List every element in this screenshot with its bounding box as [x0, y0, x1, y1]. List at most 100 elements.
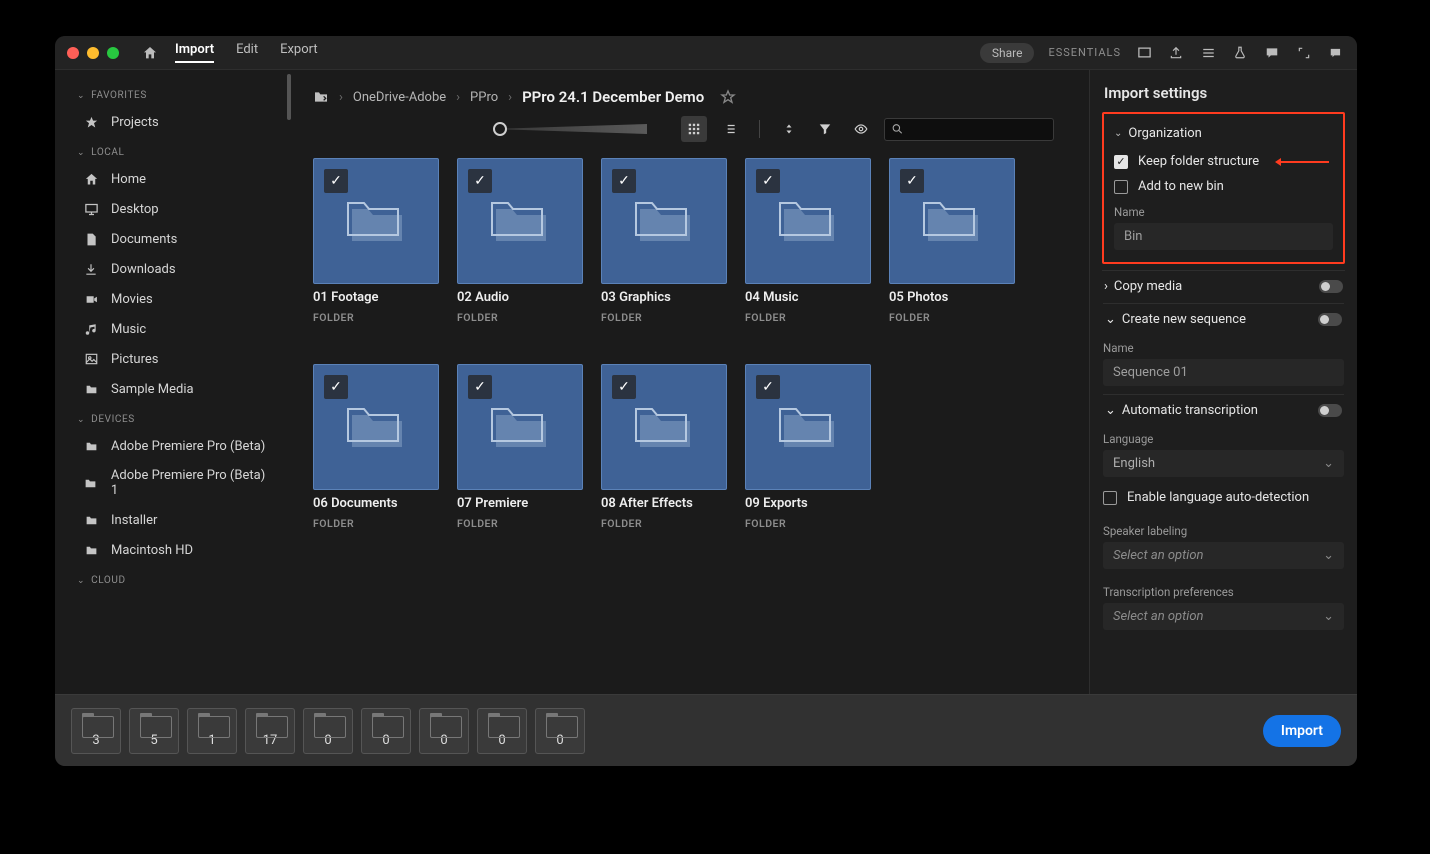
tab-export[interactable]: Export — [280, 42, 318, 63]
folder-select-checkbox[interactable] — [468, 375, 492, 399]
folder-select-checkbox[interactable] — [612, 375, 636, 399]
sidebar-item-downloads[interactable]: Downloads — [55, 254, 293, 284]
preview-eye-icon[interactable] — [848, 116, 874, 142]
breadcrumb-item-0[interactable]: OneDrive-Adobe — [353, 90, 446, 105]
share-export-icon[interactable] — [1167, 45, 1185, 61]
fullscreen-icon[interactable] — [1295, 45, 1313, 61]
folder-select-checkbox[interactable] — [324, 169, 348, 193]
folder-thumbnail[interactable] — [601, 158, 727, 284]
folder-icon — [778, 199, 840, 247]
sidebar-item-macintosh-hd[interactable]: Macintosh HD — [55, 535, 293, 565]
sidebar-item-pictures[interactable]: Pictures — [55, 344, 293, 374]
tray-bin[interactable]: 1 — [187, 708, 237, 754]
speaker-labeling-select[interactable]: Select an option⌄ — [1103, 542, 1344, 569]
favorite-star-icon[interactable] — [720, 89, 736, 105]
folder-thumbnail[interactable] — [745, 364, 871, 490]
tray-bin[interactable]: 0 — [535, 708, 585, 754]
filter-icon[interactable] — [812, 116, 838, 142]
sidebar-item-adobe-premiere-pro-beta-1[interactable]: Adobe Premiere Pro (Beta) 1 — [55, 461, 293, 505]
beaker-icon[interactable] — [1231, 45, 1249, 61]
sidebar-item-adobe-premiere-pro-beta-[interactable]: Adobe Premiere Pro (Beta) — [55, 431, 293, 461]
bin-name-input[interactable]: Bin — [1114, 223, 1333, 250]
sidebar-scrollbar[interactable] — [287, 74, 291, 120]
copy-media-toggle[interactable] — [1319, 280, 1343, 293]
folder-thumbnail[interactable] — [457, 158, 583, 284]
breadcrumb-current[interactable]: PPro 24.1 December Demo — [522, 88, 704, 106]
folder-select-checkbox[interactable] — [612, 169, 636, 193]
share-button[interactable]: Share — [980, 43, 1035, 63]
tray-bin[interactable]: 0 — [303, 708, 353, 754]
language-select[interactable]: English⌄ — [1103, 450, 1344, 477]
transcription-toggle[interactable] — [1318, 404, 1342, 417]
sidebar-item-sample-media[interactable]: Sample Media — [55, 374, 293, 404]
settings-lines-icon[interactable] — [1199, 45, 1217, 61]
sidebar-section-header[interactable]: ⌄FAVORITES — [55, 80, 293, 107]
add-to-new-bin-checkbox[interactable]: Add to new bin — [1114, 174, 1333, 199]
sidebar-item-movies[interactable]: Movies — [55, 284, 293, 314]
search-input[interactable] — [904, 122, 1047, 137]
folder-nav-icon[interactable] — [313, 89, 329, 105]
panel-title: Import settings — [1102, 82, 1345, 112]
sidebar-section-header[interactable]: ⌄LOCAL — [55, 137, 293, 164]
folder-thumbnail[interactable] — [889, 158, 1015, 284]
import-button[interactable]: Import — [1263, 715, 1341, 747]
sequence-name-label: Name — [1103, 335, 1344, 359]
sidebar-section-header[interactable]: ⌄CLOUD — [55, 565, 293, 592]
folder-select-checkbox[interactable] — [756, 169, 780, 193]
sidebar-item-installer[interactable]: Installer — [55, 505, 293, 535]
thumbnail-zoom-slider[interactable] — [493, 122, 647, 136]
folder-thumbnail[interactable] — [457, 364, 583, 490]
folder-select-checkbox[interactable] — [756, 375, 780, 399]
close-window[interactable] — [67, 47, 79, 59]
minimize-window[interactable] — [87, 47, 99, 59]
tray-bin[interactable]: 0 — [477, 708, 527, 754]
keep-folder-structure-checkbox[interactable]: Keep folder structure — [1114, 149, 1333, 174]
sidebar-item-home[interactable]: Home — [55, 164, 293, 194]
grid-view-button[interactable] — [681, 116, 707, 142]
folder-grid: 01 FootageFOLDER02 AudioFOLDER03 Graphic… — [293, 154, 1089, 694]
tray-bin[interactable]: 3 — [71, 708, 121, 754]
folder-select-checkbox[interactable] — [324, 375, 348, 399]
tray-bin[interactable]: 17 — [245, 708, 295, 754]
search-box[interactable] — [884, 118, 1054, 141]
sidebar-item-music[interactable]: Music — [55, 314, 293, 344]
folder-select-checkbox[interactable] — [468, 169, 492, 193]
folder-thumbnail[interactable] — [313, 364, 439, 490]
transcription-pref-select[interactable]: Select an option⌄ — [1103, 603, 1344, 630]
sequence-name-input[interactable]: Sequence 01 — [1103, 359, 1344, 386]
section-create-sequence-header[interactable]: ⌄ Create new sequence — [1105, 312, 1246, 327]
home-icon[interactable] — [141, 45, 159, 61]
tray-bin[interactable]: 0 — [419, 708, 469, 754]
folder-thumbnail[interactable] — [601, 364, 727, 490]
list-view-button[interactable] — [717, 116, 743, 142]
breadcrumb-item-1[interactable]: PPro — [470, 90, 498, 105]
folder-icon — [922, 199, 984, 247]
chat-icon[interactable] — [1263, 45, 1281, 61]
tray-bin[interactable]: 5 — [129, 708, 179, 754]
sidebar-item-desktop[interactable]: Desktop — [55, 194, 293, 224]
folder-icon — [490, 405, 552, 453]
section-copy-media[interactable]: › Copy media — [1102, 270, 1345, 302]
sidebar-item-projects[interactable]: Projects — [55, 107, 293, 137]
section-transcription-header[interactable]: ⌄ Automatic transcription — [1105, 403, 1258, 418]
chevron-right-icon: › — [1104, 279, 1108, 294]
folder-thumbnail[interactable] — [745, 158, 871, 284]
language-label: Language — [1103, 426, 1344, 450]
sidebar-section-header[interactable]: ⌄DEVICES — [55, 404, 293, 431]
auto-detect-language-checkbox[interactable]: Enable language auto-detection — [1103, 485, 1344, 510]
checkbox-empty-icon — [1114, 180, 1128, 194]
folder-icon — [83, 475, 99, 491]
quick-export-icon[interactable] — [1135, 45, 1153, 61]
maximize-window[interactable] — [107, 47, 119, 59]
folder-select-checkbox[interactable] — [900, 169, 924, 193]
tray-bin[interactable]: 0 — [361, 708, 411, 754]
section-organization-header[interactable]: ⌄ Organization — [1112, 120, 1335, 147]
folder-icon — [634, 199, 696, 247]
notification-icon[interactable] — [1327, 45, 1345, 61]
create-sequence-toggle[interactable] — [1318, 313, 1342, 326]
folder-thumbnail[interactable] — [313, 158, 439, 284]
tab-import[interactable]: Import — [175, 42, 214, 63]
sort-button[interactable] — [776, 116, 802, 142]
tab-edit[interactable]: Edit — [236, 42, 258, 63]
sidebar-item-documents[interactable]: Documents — [55, 224, 293, 254]
